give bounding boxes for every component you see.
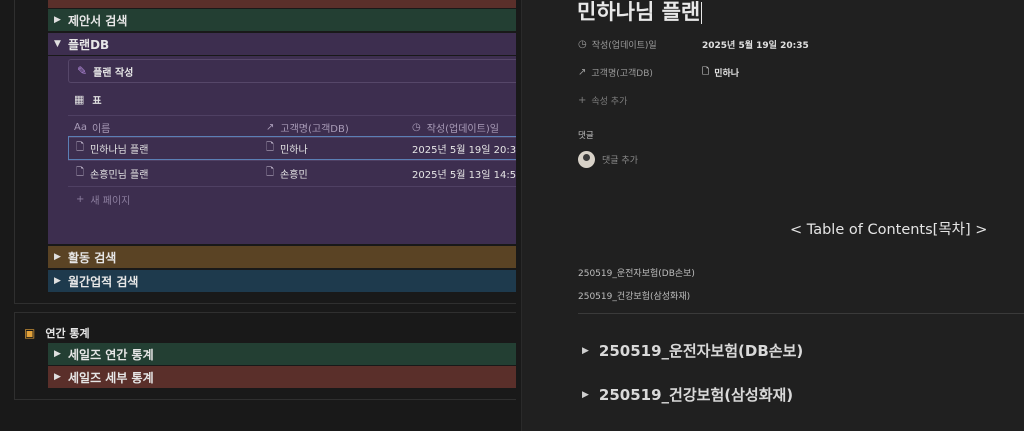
comments-heading: 댓글 xyxy=(578,131,594,141)
toggle-label: 세일즈 세부 통계 xyxy=(68,370,154,385)
toggle-plan-db[interactable]: ▼ 플랜DB xyxy=(48,33,516,55)
toggle-sales-detail-stats[interactable]: ▶ 세일즈 세부 통계 xyxy=(48,366,516,388)
clock-icon: ◷ xyxy=(412,121,421,133)
column-label: 고객명(고객DB) xyxy=(280,123,349,135)
row-1-updated: 2025년 5월 19일 20:3 xyxy=(412,144,516,156)
column-label: 작성(업데이트)일 xyxy=(426,123,499,135)
triangle-right-icon: ▶ xyxy=(54,15,61,25)
annual-stats-title: 연간 통계 xyxy=(45,327,90,340)
triangle-down-icon: ▼ xyxy=(54,39,61,49)
row-2-updated: 2025년 5월 13일 14:5 xyxy=(412,169,516,181)
row-customer-text: 민하나 xyxy=(280,144,308,156)
new-plan-label: 플랜 작성 xyxy=(93,67,134,79)
edit-icon: ✎ xyxy=(77,64,88,78)
column-header-customer[interactable]: ↗ 고객명(고객DB) xyxy=(266,116,349,138)
toggle-label: 월간업적 검색 xyxy=(68,274,139,289)
property-updated-label[interactable]: ◷ 작성(업데이트)일 xyxy=(578,37,657,51)
sidebar-workspace: ▶ 제안서 검색 ▼ 플랜DB ✎ 플랜 작성 ▦ 표 Aa 이름 ↗ 고객명(… xyxy=(0,0,516,431)
page-icon: 🗋 xyxy=(76,166,85,178)
top-hidden-bar[interactable] xyxy=(48,0,516,8)
divider xyxy=(578,313,1024,314)
property-customer-value[interactable]: 🗋 민하나 xyxy=(702,65,739,79)
toggle-label: 플랜DB xyxy=(68,37,110,52)
new-page-button[interactable]: + 새 페이지 xyxy=(76,188,130,210)
triangle-right-icon: ▶ xyxy=(54,349,61,359)
new-plan-button[interactable]: ✎ 플랜 작성 xyxy=(68,59,516,83)
triangle-right-icon: ▶ xyxy=(582,389,589,400)
new-page-label: 새 페이지 xyxy=(90,195,131,207)
property-value-text: 민하나 xyxy=(714,68,740,79)
row-divider xyxy=(68,160,516,161)
toggle-label: 활동 검색 xyxy=(68,250,117,265)
plan-db-panel: ✎ 플랜 작성 ▦ 표 Aa 이름 ↗ 고객명(고객DB) ◷ 작성(업데이트)… xyxy=(48,56,516,244)
toggle-monthly-search[interactable]: ▶ 월간업적 검색 xyxy=(48,270,516,292)
relation-arrow-icon: ↗ xyxy=(266,121,275,133)
page-icon: 🗋 xyxy=(76,141,85,153)
row-customer-text: 손흥민 xyxy=(280,169,308,181)
column-header-updated[interactable]: ◷ 작성(업데이트)일 xyxy=(412,116,499,138)
archive-box-icon: ▣ xyxy=(24,326,36,340)
column-header-name[interactable]: Aa 이름 xyxy=(74,116,110,138)
row-name-text: 민하나님 플랜 xyxy=(90,144,149,156)
property-label-text: 작성(업데이트)일 xyxy=(591,40,657,51)
column-label: 이름 xyxy=(91,123,111,135)
table-view-label: 표 xyxy=(92,96,102,107)
toc-link-1[interactable]: 250519_운전자보험(DB손보) xyxy=(578,266,695,279)
row-name-text: 손흥민님 플랜 xyxy=(90,169,149,181)
page-title[interactable]: 민하나님 플랜 xyxy=(577,0,703,26)
triangle-right-icon: ▶ xyxy=(54,252,61,262)
page-icon: 🗋 xyxy=(702,67,710,77)
page-icon: 🗋 xyxy=(266,141,275,153)
add-comment-input[interactable]: 댓글 추가 xyxy=(602,153,638,166)
row-2-name[interactable]: 🗋 손흥민님 플랜 xyxy=(76,162,148,184)
toggle-proposal-search[interactable]: ▶ 제안서 검색 xyxy=(48,9,516,31)
text-cursor xyxy=(701,2,703,24)
page-title-text[interactable]: 민하나님 플랜 xyxy=(577,0,700,24)
toggle-label: 세일즈 연간 통계 xyxy=(68,347,154,362)
annual-stats-heading: ▣ 연간 통계 xyxy=(24,325,90,341)
row-1-name[interactable]: 🗋 민하나님 플랜 xyxy=(76,137,148,159)
triangle-right-icon: ▶ xyxy=(54,276,61,286)
toc-link-2[interactable]: 250519_건강보험(삼성화재) xyxy=(578,289,690,302)
page-peek-panel: 민하나님 플랜 ◷ 작성(업데이트)일 2025년 5월 19일 20:35 ↗… xyxy=(521,0,1024,431)
toc-heading: < Table of Contents[목차] > xyxy=(790,222,988,238)
row-divider xyxy=(68,186,516,187)
row-1-customer[interactable]: 🗋 민하나 xyxy=(266,137,308,159)
property-customer-label[interactable]: ↗ 고객명(고객DB) xyxy=(578,65,653,79)
page-icon: 🗋 xyxy=(266,166,275,178)
text-type-icon: Aa xyxy=(74,121,87,133)
plus-icon: + xyxy=(578,94,587,106)
toggle-heading-health-insurance[interactable]: ▶ 250519_건강보험(삼성화재) xyxy=(582,384,793,405)
clock-icon: ◷ xyxy=(578,38,587,50)
toggle-activity-search[interactable]: ▶ 활동 검색 xyxy=(48,246,516,268)
row-2-customer[interactable]: 🗋 손흥민 xyxy=(266,162,308,184)
relation-arrow-icon: ↗ xyxy=(578,66,587,78)
table-icon: ▦ xyxy=(74,93,85,106)
toggle-heading-text: 250519_건강보험(삼성화재) xyxy=(598,386,794,404)
table-view-tab[interactable]: ▦ 표 xyxy=(74,92,102,107)
toggle-heading-text: 250519_운전자보험(DB손보) xyxy=(598,342,804,360)
toggle-label: 제안서 검색 xyxy=(68,13,128,28)
toggle-sales-annual-stats[interactable]: ▶ 세일즈 연간 통계 xyxy=(48,343,516,365)
add-property-button[interactable]: + 속성 추가 xyxy=(578,93,627,107)
add-property-label: 속성 추가 xyxy=(591,96,628,107)
property-updated-value[interactable]: 2025년 5월 19일 20:35 xyxy=(702,37,809,51)
avatar xyxy=(578,151,595,168)
triangle-right-icon: ▶ xyxy=(582,345,589,356)
toggle-heading-driver-insurance[interactable]: ▶ 250519_운전자보험(DB손보) xyxy=(582,340,803,361)
property-label-text: 고객명(고객DB) xyxy=(591,68,653,79)
triangle-right-icon: ▶ xyxy=(54,372,61,382)
plus-icon: + xyxy=(76,193,85,205)
